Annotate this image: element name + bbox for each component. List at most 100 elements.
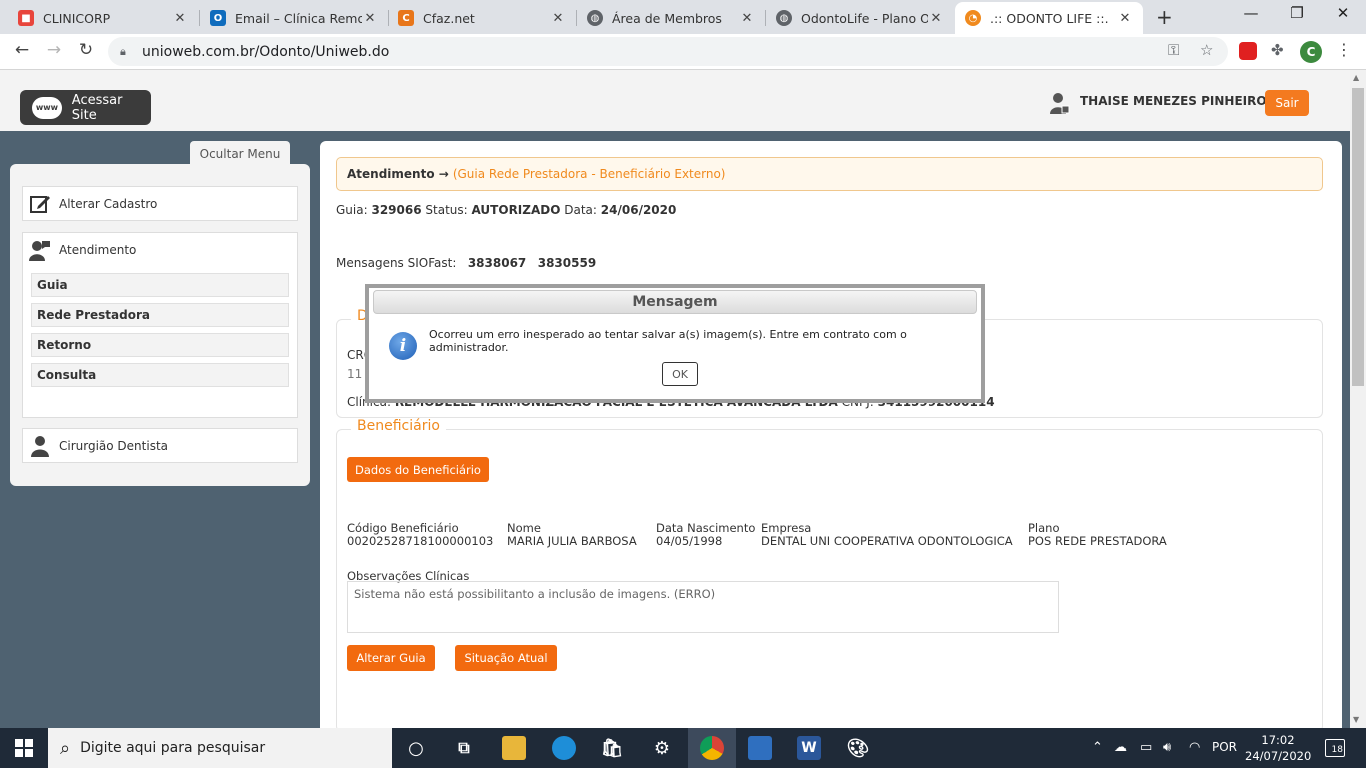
reload-icon[interactable]: ↻ xyxy=(74,40,98,60)
field-value: DENTAL UNI COOPERATIVA ODONTOLOGICA xyxy=(761,534,1013,548)
sidebar-item-alterar-cadastro[interactable]: Alterar Cadastro xyxy=(22,186,298,221)
tab-label: CLINICORP xyxy=(43,10,111,26)
dialog-title: Mensagem xyxy=(373,290,977,314)
cfaz-icon: C xyxy=(398,10,414,26)
task-view-icon[interactable]: ⧉ xyxy=(452,736,476,760)
breadcrumb-current[interactable]: (Guia Rede Prestadora - Beneficiário Ext… xyxy=(453,167,726,181)
field-nascimento: Data Nascimento 04/05/1998 xyxy=(656,522,755,548)
tab-strip: ■ CLINICORP ✕ O Email – Clínica Remodell… xyxy=(0,0,1366,34)
current-status-button[interactable]: Situação Atual xyxy=(455,645,557,671)
settings-icon[interactable]: ⚙ xyxy=(650,736,674,760)
hide-menu-button[interactable]: Ocultar Menu xyxy=(190,141,290,166)
ok-button[interactable]: OK xyxy=(662,362,698,386)
access-site-button[interactable]: www Acessar Site xyxy=(20,90,151,125)
tab-odontolife-plano[interactable]: ◍ OdontoLife - Plano Odontológico ✕ xyxy=(766,2,954,34)
restore-icon[interactable]: ❐ xyxy=(1274,4,1320,22)
close-icon[interactable]: ✕ xyxy=(739,11,755,26)
field-nome: Nome MARIA JULIA BARBOSA xyxy=(507,522,637,548)
search-placeholder: Digite aqui para pesquisar xyxy=(80,740,266,756)
photos-icon[interactable] xyxy=(748,736,772,760)
file-explorer-icon[interactable] xyxy=(502,736,526,760)
sidebar-item-retorno[interactable]: Retorno xyxy=(31,333,289,357)
battery-icon[interactable]: ▭ xyxy=(1140,740,1152,755)
store-icon[interactable]: 🛍︎ xyxy=(600,736,624,760)
new-tab-button[interactable]: + xyxy=(1156,5,1173,29)
edit-guia-button[interactable]: Alterar Guia xyxy=(347,645,435,671)
start-button[interactable] xyxy=(0,728,48,768)
word-icon[interactable]: W xyxy=(797,736,821,760)
user-icon xyxy=(1050,93,1070,114)
breadcrumb: Atendimento → (Guia Rede Prestadora - Be… xyxy=(336,157,1323,191)
field-value: POS REDE PRESTADORA xyxy=(1028,534,1167,548)
sidebar-item-guia[interactable]: Guia xyxy=(31,273,289,297)
address-bar[interactable]: 🔒︎ unioweb.com.br/Odonto/Uniweb.do xyxy=(108,37,1228,66)
outlook-icon: O xyxy=(210,10,226,26)
globe-icon: ◍ xyxy=(776,10,792,26)
date-label: Data: xyxy=(564,203,597,217)
tab-cfaz[interactable]: C Cfaz.net ✕ xyxy=(388,2,576,34)
close-icon[interactable]: ✕ xyxy=(362,11,378,26)
field-value: 04/05/1998 xyxy=(656,534,723,548)
tab-clinicorp[interactable]: ■ CLINICORP ✕ xyxy=(8,2,198,34)
close-icon[interactable]: ✕ xyxy=(172,11,188,26)
date-value: 24/06/2020 xyxy=(600,203,677,217)
scroll-down-icon[interactable]: ▼ xyxy=(1353,715,1359,724)
windows-icon xyxy=(15,739,33,757)
network-app-icon[interactable]: ☁ xyxy=(1114,740,1127,755)
menu-icon[interactable]: ⋮ xyxy=(1336,40,1352,59)
close-icon[interactable]: ✕ xyxy=(928,11,944,26)
volume-icon[interactable]: 🔊︎ xyxy=(1163,740,1171,755)
logout-button[interactable]: Sair xyxy=(1265,90,1309,116)
lock-icon[interactable]: 🔒︎ xyxy=(120,45,134,59)
sidebar-item-label: Atendimento xyxy=(59,243,137,257)
url-text[interactable]: unioweb.com.br/Odonto/Uniweb.do xyxy=(142,44,389,60)
close-window-icon[interactable]: ✕ xyxy=(1320,4,1366,22)
clock[interactable]: 17:02 24/07/2020 xyxy=(1245,732,1311,764)
forward-icon[interactable]: → xyxy=(42,40,66,60)
close-icon[interactable]: ✕ xyxy=(550,11,566,26)
guia-value: 329066 xyxy=(371,203,422,217)
sidebar-item-cirurgiao-dentista[interactable]: Cirurgião Dentista xyxy=(22,428,298,463)
notification-center-icon[interactable]: 18 xyxy=(1325,739,1345,757)
sidebar-item-rede-prestadora[interactable]: Rede Prestadora xyxy=(31,303,289,327)
back-icon[interactable]: ← xyxy=(10,40,34,60)
tab-label: OdontoLife - Plano Odontológico xyxy=(801,10,928,26)
profile-avatar[interactable]: C xyxy=(1300,41,1322,63)
page-scrollbar[interactable]: ▲ ▼ xyxy=(1350,70,1366,728)
tab-email[interactable]: O Email – Clínica Remodelle ✕ xyxy=(200,2,388,34)
cro-value: 11 xyxy=(347,367,363,381)
scroll-thumb[interactable] xyxy=(1352,88,1364,386)
field-codigo: Código Beneficiário 00202528718100000103 xyxy=(347,522,493,548)
close-icon[interactable]: ✕ xyxy=(1117,11,1133,26)
sidebar-item-atendimento[interactable]: Atendimento xyxy=(23,233,297,267)
info-icon: i xyxy=(389,332,417,360)
chevron-up-icon[interactable]: ⌃ xyxy=(1092,740,1103,755)
scroll-up-icon[interactable]: ▲ xyxy=(1353,73,1359,82)
language-indicator[interactable]: POR xyxy=(1212,740,1237,754)
tab-area-membros[interactable]: ◍ Área de Membros ✕ xyxy=(577,2,765,34)
guia-label: Guia: xyxy=(336,203,368,217)
edge-icon[interactable] xyxy=(552,736,576,760)
taskbar-search[interactable]: ⌕ Digite aqui para pesquisar xyxy=(48,728,392,768)
clock-time: 17:02 xyxy=(1261,733,1295,747)
chrome-icon[interactable] xyxy=(700,736,724,760)
puzzle-icon[interactable]: ✤ xyxy=(1271,41,1284,59)
field-value: MARIA JULIA BARBOSA xyxy=(507,534,637,548)
browser-toolbar: ← → ↻ 🔒︎ unioweb.com.br/Odonto/Uniweb.do… xyxy=(0,34,1366,70)
main-panel: Atendimento → (Guia Rede Prestadora - Be… xyxy=(320,141,1342,728)
access-site-label: Acessar Site xyxy=(71,92,123,123)
star-icon[interactable]: ☆ xyxy=(1200,41,1213,59)
beneficiary-data-button[interactable]: Dados do Beneficiário xyxy=(347,457,489,482)
key-icon[interactable]: ⚿ xyxy=(1168,41,1179,59)
obs-textarea[interactable]: Sistema não está possibilitanto a inclus… xyxy=(347,581,1059,633)
sidebar-item-consulta[interactable]: Consulta xyxy=(31,363,289,387)
extension-icon[interactable] xyxy=(1239,42,1257,60)
wifi-icon[interactable]: ◠ xyxy=(1189,740,1200,755)
minimize-icon[interactable]: — xyxy=(1228,4,1274,22)
tab-odonto-life[interactable]: ◔ .:: ODONTO LIFE ::. ✕ xyxy=(955,2,1143,34)
dialog-message: Ocorreu um erro inesperado ao tentar sal… xyxy=(429,328,907,354)
cortana-icon[interactable]: ○ xyxy=(404,736,428,760)
message-dialog: Mensagem i Ocorreu um erro inesperado ao… xyxy=(365,284,985,403)
paint-icon[interactable]: 🎨︎ xyxy=(846,736,870,760)
tab-label: Área de Membros xyxy=(612,10,722,26)
